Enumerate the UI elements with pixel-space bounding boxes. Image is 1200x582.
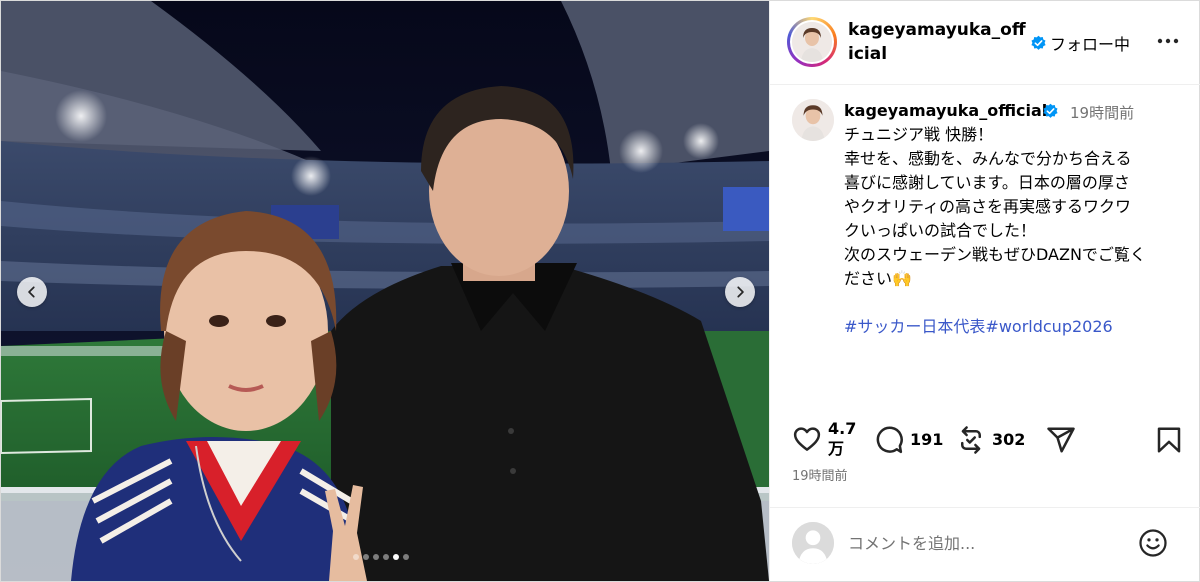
repost-count: 302	[992, 430, 1026, 449]
repost-button[interactable]: 302	[956, 425, 1025, 455]
carousel-dot	[353, 554, 359, 560]
carousel-dot	[403, 554, 409, 560]
post-header: kageyamayuka_official フォロー中	[770, 1, 1200, 85]
bookmark-icon	[1157, 427, 1181, 453]
default-avatar-icon	[792, 522, 834, 564]
comment-count: 191	[910, 430, 944, 449]
comment-input[interactable]	[848, 530, 1138, 556]
comment-button[interactable]: 191	[874, 425, 943, 455]
stadium-photo	[1, 1, 769, 581]
avatar-photo	[792, 99, 834, 141]
post-timestamp[interactable]: 19時間前	[792, 465, 848, 484]
caption-line: 幸せを、感動を、みんなで分かち合える	[844, 149, 1132, 168]
carousel-dot	[373, 554, 379, 560]
carousel-indicator	[353, 554, 409, 560]
heart-icon	[793, 427, 821, 451]
caption-timestamp: 19時間前	[1070, 104, 1135, 122]
caption-line: クいっぱいの試合でした！	[844, 221, 1037, 240]
caption-username[interactable]: kageyamayuka_official	[844, 101, 1047, 120]
following-button[interactable]: フォロー中	[1050, 31, 1130, 55]
instagram-post: kageyamayuka_official フォロー中 kageyamayuka…	[0, 0, 1200, 582]
like-button[interactable]: 4.7万	[792, 419, 858, 459]
viewer-avatar	[792, 522, 834, 564]
repost-icon	[961, 426, 981, 454]
like-count: 4.7万	[828, 419, 857, 458]
carousel-dot	[363, 554, 369, 560]
save-button[interactable]	[1154, 425, 1184, 455]
post-details-panel: kageyamayuka_official フォロー中 kageyamayuka…	[769, 1, 1200, 581]
caption-line: 喜びに感謝しています。日本の層の厚さ	[844, 173, 1130, 192]
add-comment-bar	[770, 507, 1200, 581]
comment-bubble-icon	[876, 426, 903, 454]
verified-badge-icon	[1031, 35, 1046, 50]
hashtag-link[interactable]: #サッカー日本代表	[844, 317, 985, 336]
carousel-prev-button[interactable]	[17, 277, 47, 307]
caption-hashtags: #サッカー日本代表#worldcup2026	[844, 315, 1184, 339]
caption-line: やクオリティの高さを再実感するワクワ	[844, 197, 1132, 216]
carousel-next-button[interactable]	[725, 277, 755, 307]
header-username[interactable]: kageyamayuka_official	[848, 18, 1026, 66]
avatar-photo	[792, 22, 832, 62]
caption-text: チュニジア戦 快勝！ 幸せを、感動を、みんなで分かち合える 喜びに感謝しています…	[844, 123, 1184, 339]
send-paper-plane-icon	[1047, 427, 1075, 453]
post-photo[interactable]	[1, 1, 769, 581]
caption-avatar[interactable]	[792, 99, 834, 141]
caption-line: 次のスウェーデン戦もぜひDAZNでご覧く	[844, 245, 1146, 264]
chevron-left-icon	[28, 286, 35, 298]
profile-avatar[interactable]	[787, 17, 837, 67]
emoji-smiley-icon[interactable]	[1138, 528, 1168, 558]
carousel-dot	[393, 554, 399, 560]
caption-line: チュニジア戦 快勝！	[844, 125, 994, 144]
share-button[interactable]	[1046, 425, 1076, 455]
caption-line: ださい🙌	[844, 269, 912, 288]
more-options-icon[interactable]	[1156, 35, 1180, 47]
verified-badge-icon	[1043, 103, 1058, 118]
hashtag-link[interactable]: #worldcup2026	[985, 317, 1112, 336]
action-bar: 4.7万 191 302	[770, 417, 1200, 465]
chevron-right-icon	[737, 286, 744, 298]
carousel-dot	[383, 554, 389, 560]
